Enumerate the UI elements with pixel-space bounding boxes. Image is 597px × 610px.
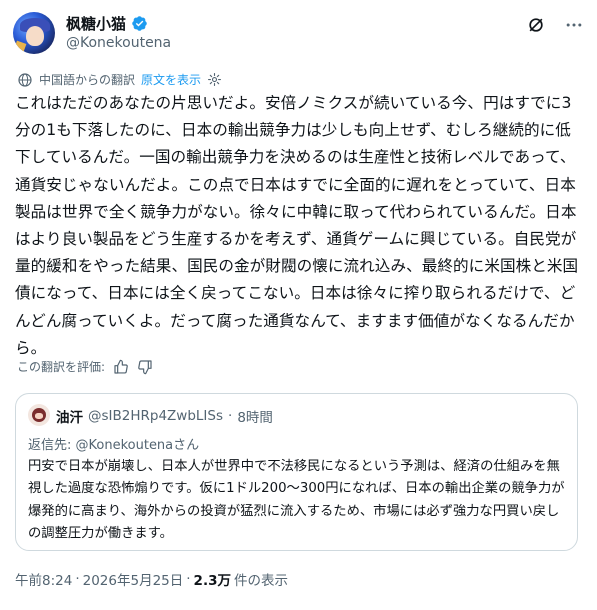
view-label: 件の表示 bbox=[233, 573, 288, 589]
more-icon[interactable] bbox=[563, 14, 585, 36]
meta-separator-2: · bbox=[186, 571, 191, 587]
meta-separator: · bbox=[75, 571, 80, 587]
quote-header: 油汗 @sIB2HRp4ZwbLISs · 8時間 bbox=[56, 406, 273, 426]
author-name-row: 枫糖小猫 bbox=[66, 13, 148, 33]
thumbs-down-icon[interactable] bbox=[137, 359, 153, 375]
post-meta: 午前8:24 · 2026年5月25日 · 2.3万 件の表示 bbox=[15, 569, 288, 589]
quote-separator: · bbox=[228, 408, 233, 424]
quote-author-name[interactable]: 油汗 bbox=[56, 406, 83, 426]
quote-author-handle[interactable]: @sIB2HRp4ZwbLISs bbox=[88, 408, 223, 424]
grok-icon[interactable] bbox=[525, 14, 547, 36]
post-time[interactable]: 午前8:24 bbox=[15, 569, 72, 589]
quote-reply-to: 返信先: @Konekoutenaさん bbox=[28, 434, 199, 453]
avatar-face bbox=[26, 26, 44, 46]
post-text: これはただのあなたの片思いだよ。安倍ノミクスが続いている今、円はすでに3分の1も… bbox=[15, 94, 579, 357]
view-count: 2.3万 bbox=[193, 573, 231, 589]
reply-prefix: 返信先: bbox=[28, 438, 76, 453]
translation-row: 中国語からの翻訳 原文を表示 bbox=[17, 71, 222, 88]
avatar-accent bbox=[13, 40, 27, 54]
quote-text: 円安で日本が崩壊し、日本人が世界中で不法移民になるという予測は、経済の仕組みを無… bbox=[28, 459, 565, 542]
globe-icon bbox=[18, 72, 32, 87]
quote-avatar[interactable] bbox=[28, 404, 50, 426]
show-original-link[interactable]: 原文を表示 bbox=[141, 71, 201, 88]
translation-label: 中国語からの翻訳 bbox=[39, 73, 136, 87]
quoted-post[interactable]: 油汗 @sIB2HRp4ZwbLISs · 8時間 返信先: @Konekout… bbox=[15, 393, 578, 551]
rate-translation-row: この翻訳を評価: bbox=[17, 358, 153, 375]
quote-avatar-face bbox=[35, 413, 43, 419]
author-name[interactable]: 枫糖小猫 bbox=[66, 13, 126, 34]
verified-badge-icon bbox=[132, 15, 147, 31]
rate-label: この翻訳を評価: bbox=[17, 360, 106, 374]
gear-icon[interactable] bbox=[207, 72, 222, 87]
reply-handle[interactable]: @Konekoutenaさん bbox=[76, 438, 200, 453]
post-actions-top bbox=[525, 14, 585, 36]
quote-time[interactable]: 8時間 bbox=[237, 406, 273, 426]
thumbs-up-icon[interactable] bbox=[113, 359, 129, 375]
post-date[interactable]: 2026年5月25日 bbox=[83, 569, 184, 589]
author-avatar[interactable] bbox=[13, 12, 55, 54]
author-handle[interactable]: @Konekoutena bbox=[66, 35, 171, 51]
